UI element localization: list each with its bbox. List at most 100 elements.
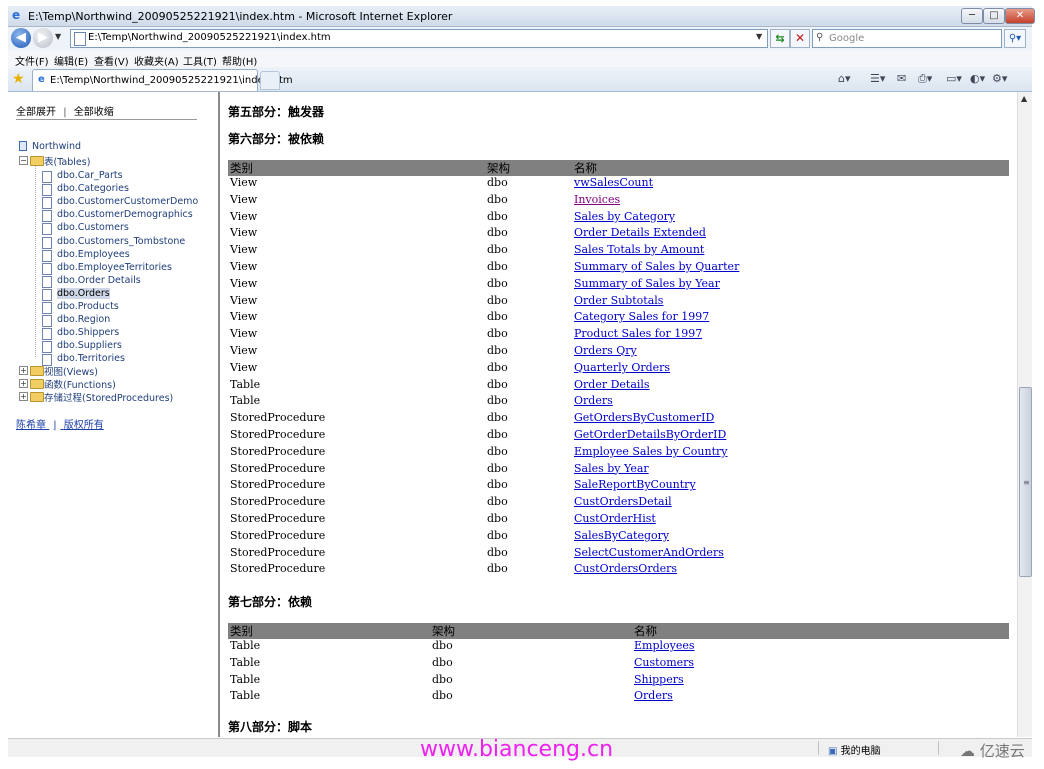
maximize-button[interactable]: □ <box>983 8 1005 24</box>
object-link[interactable]: Summary of Sales by Year <box>574 277 720 290</box>
object-link[interactable]: Sales by Year <box>574 462 649 475</box>
object-link[interactable]: Shippers <box>634 673 684 686</box>
back-button[interactable]: ◀ <box>11 28 31 48</box>
section-script-title: 第八部分：脚本 <box>228 720 313 734</box>
object-link[interactable]: CustOrderHist <box>574 512 656 525</box>
menu-file[interactable]: 文件(F) <box>15 53 49 68</box>
object-link[interactable]: Category Sales for 1997 <box>574 310 709 323</box>
object-link[interactable]: Employees <box>634 639 695 652</box>
tree-root-northwind[interactable]: Northwind <box>32 141 81 152</box>
safety-icon[interactable]: ◐▾ <box>970 72 985 85</box>
address-dropdown-icon[interactable]: ▼ <box>756 32 762 41</box>
object-link[interactable]: SaleReportByCountry <box>574 478 696 491</box>
tree-guide-line <box>35 166 36 357</box>
history-dropdown-icon[interactable]: ▼ <box>55 32 61 41</box>
object-link[interactable]: CustOrdersDetail <box>574 495 672 508</box>
vertical-scrollbar[interactable]: ▲ ≡ <box>1017 92 1032 737</box>
cell-type: View <box>230 209 258 223</box>
section-dependents-title: 第六部分：被依赖 <box>228 132 325 146</box>
tab-label: E:\Temp\Northwind_20090525221921\index.h… <box>50 75 293 86</box>
sidebar-table-item[interactable]: dbo.Shippers <box>57 327 119 338</box>
object-link[interactable]: Employee Sales by Country <box>574 445 728 458</box>
object-link[interactable]: Sales Totals by Amount <box>574 243 704 256</box>
sidebar-table-item[interactable]: dbo.CustomerCustomerDemo <box>57 196 198 207</box>
sidebar-table-item[interactable]: dbo.Order Details <box>57 275 141 286</box>
object-link[interactable]: GetOrderDetailsByOrderID <box>574 428 726 441</box>
object-link[interactable]: Invoices <box>574 193 620 206</box>
expand-icon[interactable]: + <box>19 379 28 388</box>
expand-icon[interactable]: + <box>19 392 28 401</box>
mail-icon[interactable]: ✉ <box>897 72 906 85</box>
sidebar-table-item[interactable]: dbo.Car_Parts <box>57 170 123 181</box>
menu-edit[interactable]: 编辑(E) <box>54 53 88 68</box>
object-link[interactable]: Orders <box>574 394 613 407</box>
object-link[interactable]: Product Sales for 1997 <box>574 327 702 340</box>
tree-folder-procedures[interactable]: 存储过程(StoredProcedures) <box>44 390 173 404</box>
link-separator: | <box>63 107 67 118</box>
sidebar-table-item[interactable]: dbo.CustomerDemographics <box>57 209 193 220</box>
expand-icon[interactable]: + <box>19 366 28 375</box>
ie-page-icon: e <box>38 74 45 85</box>
sidebar-table-item[interactable]: dbo.EmployeeTerritories <box>57 262 172 273</box>
cell-type: Table <box>230 394 261 408</box>
sidebar-table-item[interactable]: dbo.Suppliers <box>57 340 122 351</box>
refresh-button[interactable]: ⇆ <box>770 29 790 48</box>
favorites-star-icon[interactable]: ★ <box>12 71 25 87</box>
menu-tools[interactable]: 工具(T) <box>183 53 217 68</box>
object-link[interactable]: Sales by Category <box>574 210 675 223</box>
cell-schema: dbo <box>487 377 508 391</box>
page-menu-icon[interactable]: ▭▾ <box>946 72 962 85</box>
object-link[interactable]: SalesByCategory <box>574 529 669 542</box>
tree-folder-tables[interactable]: 表(Tables) <box>44 154 90 168</box>
new-tab-button[interactable] <box>260 71 280 90</box>
tree-folder-functions[interactable]: 函数(Functions) <box>44 377 116 391</box>
object-link[interactable]: Order Subtotals <box>574 294 663 307</box>
sidebar-table-item[interactable]: dbo.Categories <box>57 183 129 194</box>
forward-button[interactable]: ▶ <box>33 28 53 48</box>
menu-help[interactable]: 帮助(H) <box>222 53 257 68</box>
author-link[interactable]: 陈希章 <box>16 420 46 431</box>
collapse-icon[interactable]: − <box>19 156 28 165</box>
object-link[interactable]: Order Details <box>574 378 650 391</box>
object-link[interactable]: GetOrdersByCustomerID <box>574 411 714 424</box>
scrollbar-thumb[interactable]: ≡ <box>1019 387 1032 577</box>
sidebar-table-item[interactable]: dbo.Orders <box>57 287 110 299</box>
object-link[interactable]: Order Details Extended <box>574 226 706 239</box>
print-icon[interactable]: ⎙▾ <box>918 72 932 86</box>
tab-current[interactable]: e E:\Temp\Northwind_20090525221921\index… <box>32 69 293 91</box>
table-row: Table dbo Employees <box>228 639 1009 656</box>
scroll-grip-icon: ≡ <box>1023 478 1030 487</box>
sidebar-table-item[interactable]: dbo.Products <box>57 301 119 312</box>
feeds-icon[interactable]: ☰▾ <box>870 72 885 85</box>
menu-favorites[interactable]: 收藏夹(A) <box>134 53 179 68</box>
object-link[interactable]: Customers <box>634 656 694 669</box>
object-link[interactable]: Orders <box>634 689 673 702</box>
scroll-up-arrow-icon[interactable]: ▲ <box>1021 94 1027 103</box>
search-button[interactable]: ⚲▾ <box>1004 29 1026 48</box>
stop-button[interactable]: ✕ <box>790 29 810 48</box>
tree-folder-views[interactable]: 视图(Views) <box>44 364 98 378</box>
cell-schema: dbo <box>487 293 508 307</box>
object-link[interactable]: SelectCustomerAndOrders <box>574 546 724 559</box>
menu-view[interactable]: 查看(V) <box>94 53 129 68</box>
sidebar-table-item[interactable]: dbo.Customers_Tombstone <box>57 236 185 247</box>
copyright-link[interactable]: 版权所有 <box>64 420 104 431</box>
object-link[interactable]: vwSalesCount <box>574 176 653 189</box>
cell-type: View <box>230 327 258 341</box>
expand-all-link[interactable]: 全部展开 <box>16 107 56 118</box>
object-link[interactable]: CustOrdersOrders <box>574 562 677 575</box>
sidebar-table-item[interactable]: dbo.Territories <box>57 353 125 364</box>
search-input[interactable]: ⚲ Google <box>812 29 1002 48</box>
sidebar-table-item[interactable]: dbo.Region <box>57 314 110 325</box>
tools-gear-icon[interactable]: ⚙▾ <box>992 72 1007 85</box>
close-button[interactable]: ✕ <box>1005 8 1035 24</box>
sidebar-table-item[interactable]: dbo.Employees <box>57 249 130 260</box>
address-input[interactable]: E:\Temp\Northwind_20090525221921\index.h… <box>70 29 768 48</box>
sidebar-table-item[interactable]: dbo.Customers <box>57 222 129 233</box>
collapse-all-link[interactable]: 全部收缩 <box>74 107 114 118</box>
object-link[interactable]: Quarterly Orders <box>574 361 670 374</box>
minimize-button[interactable]: ─ <box>961 8 983 24</box>
object-link[interactable]: Orders Qry <box>574 344 637 357</box>
home-icon[interactable]: ⌂▾ <box>838 72 851 85</box>
object-link[interactable]: Summary of Sales by Quarter <box>574 260 739 273</box>
